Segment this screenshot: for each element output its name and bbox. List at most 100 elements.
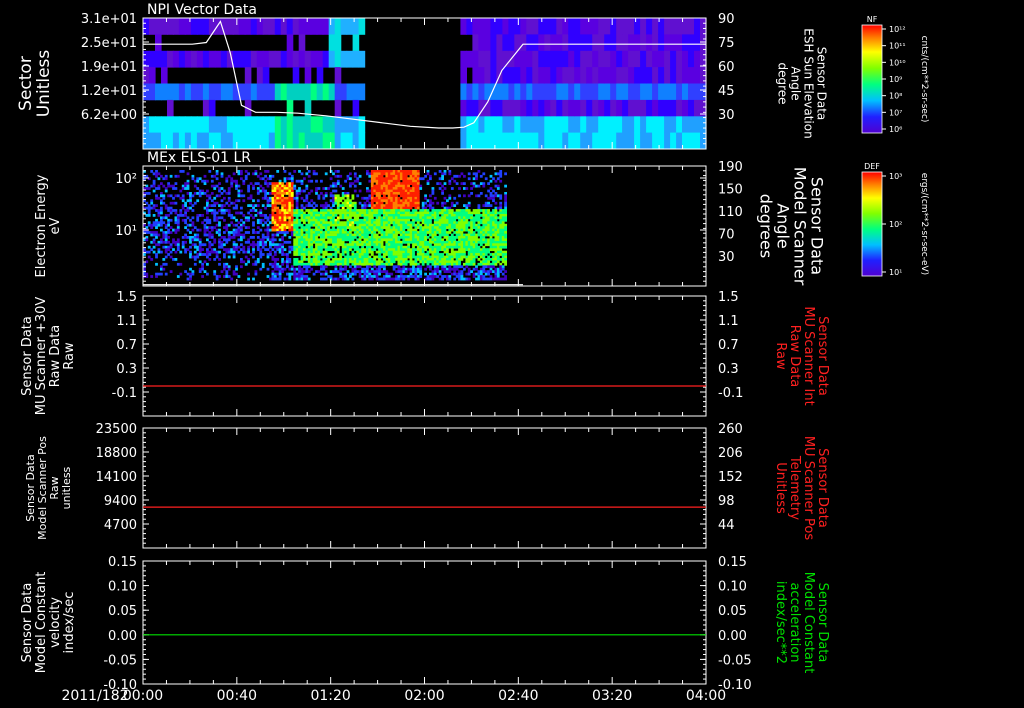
y2-axis-label: Sensor Data [815,47,829,121]
y-tick-label: 14100 [96,470,137,485]
time-tick-label: 02:40 [498,688,538,704]
y-axis-label: MU Scanner +30V [34,297,49,416]
y-axis-label: Electron Energy [34,174,49,277]
y-tick-label: 1.1 [116,314,137,329]
panel-4: 23500 18800 14100 9400 4700 260 206 152 98 44 Sens… [24,422,830,549]
y2-axis-label: Model Constant [801,572,816,674]
y-tick-label: 10¹ [115,224,137,239]
y2-tick-label: 206 [718,446,743,461]
y2-tick-label: 30 [718,250,735,265]
y-tick-label: 23500 [96,422,137,437]
y2-tick-label: 190 [718,160,743,175]
y-tick-label: 0.10 [108,580,137,595]
y-tick-label: 1.9e+01 [81,60,137,75]
y2-axis-label: Sensor Data [815,583,830,663]
y-axis-label: Sensor Data [20,316,35,396]
colorbar-title: NF [867,15,878,24]
y-tick-label: 6.2e+00 [81,108,137,123]
colorbar-tick-label: 10¹² [889,25,906,34]
y2-tick-label: 75 [718,36,735,51]
y-axis-label: unitless [60,466,73,509]
y2-tick-label: 44 [718,518,735,533]
y-axis-label: index/sec [62,592,77,654]
time-tick-label: 00:40 [217,688,257,704]
panel-2: 10² 10¹ 190 150 110 70 30 MEx ELS-01 LR Electron… [34,150,827,287]
y2-tick-label: 60 [718,60,735,75]
y-tick-label: -0.1 [112,386,137,401]
y2-tick-label: 0.05 [718,604,747,619]
colorbar-units: cnts/(cm**2-sr-sec) [919,36,929,123]
y2-tick-label: 110 [718,205,743,220]
y-tick-label: 2.5e+01 [81,36,137,51]
colorbar-tick-label: 10⁸ [889,92,902,101]
y2-tick-label: 70 [718,228,735,243]
y-tick-label: 10² [115,172,137,187]
y2-axis-label: Sensor Data [815,316,830,396]
panel-3: 1.5 1.1 0.7 0.3 -0.1 1.5 1.1 0.7 0.3 -0.1 Sensor D… [20,290,830,417]
y2-tick-label: 0.15 [718,555,747,570]
y2-axis-label: MU Scanner Int [801,306,816,405]
y2-tick-label: 98 [718,494,735,509]
colorbar-gradient [861,171,883,277]
y2-axis-label: degrees [757,194,776,258]
panel-5: 0.150.100.050.00-0.05-0.100.150.100.050.… [20,555,830,693]
colorbar-tick-label: 10² [889,220,902,229]
y2-tick-label: 30 [718,108,735,123]
y2-axis-label: MU Scanner Pos [801,436,816,541]
panel-frame [142,295,707,417]
colorbar-tick-label: 10⁹ [889,75,902,84]
panel-1: 3.1e+01 2.5e+01 1.9e+01 1.2e+01 6.2e+00 90 75 6… [16,2,829,150]
y2-axis-label: Raw Data [787,325,802,388]
y-axis-label: Model Constant [34,572,49,674]
heatmap-sector [143,18,707,150]
y2-tick-label: 0.10 [718,580,747,595]
y2-axis-label: Raw [773,342,788,370]
y2-tick-label: -0.05 [718,653,752,668]
colorbar-tick-label: 10¹¹ [889,42,906,51]
colorbar-gradient [861,24,883,134]
y2-axis-label: Sensor Data [815,448,830,528]
y2-axis-label: Unitless [773,462,788,514]
y2-tick-label: 0.7 [718,338,739,353]
y2-axis-label: degree [776,62,790,104]
y-axis-label: Raw [62,342,77,370]
colorbar-tick-label: 10³ [889,172,902,181]
y-tick-label: 0.05 [108,604,137,619]
time-tick-label: 01:20 [310,688,350,704]
colorbar-nf: NF 10¹² 10¹¹ 10¹⁰ 10⁹ 10⁸ 10⁷ 10⁶ cnts/(cm**2-sr… [861,15,929,134]
time-tick-label: 04:00 [686,688,726,704]
y2-tick-label: 1.5 [718,290,739,305]
time-tick-label: 00:00 [123,688,163,704]
y-tick-label: 9400 [104,494,137,509]
y2-tick-label: 152 [718,470,743,485]
y-tick-label: 0.7 [116,338,137,353]
y-tick-label: 3.1e+01 [81,12,137,27]
y-tick-label: 1.2e+01 [81,84,137,99]
y2-tick-label: 90 [718,12,735,27]
y-tick-label: 0.00 [108,629,137,644]
y-tick-label: 1.5 [116,290,137,305]
panel-frame [142,560,707,685]
y-axis-label: Sector [16,56,36,111]
y2-axis-label: index/sec**2 [773,581,788,664]
colorbar-tick-label: 10¹⁰ [889,58,906,67]
colorbar-units: ergs/(cm**2-sr-sec-eV) [919,173,929,275]
time-tick-label: 03:20 [592,688,632,704]
y2-axis-label: ESH Sun Elevation [802,28,816,138]
y-axis-label: velocity [48,597,63,648]
heatmap-energy [143,170,507,281]
colorbar-tick-label: 10⁶ [889,125,902,134]
y-tick-label: -0.05 [103,653,137,668]
y-tick-label: 4700 [104,518,137,533]
colorbar-tick-label: 10¹ [889,268,902,277]
panel-frame [142,427,707,549]
time-tick-label: 02:00 [404,688,444,704]
y-axis-label: Raw Data [48,325,63,388]
y2-tick-label: 45 [718,84,735,99]
y2-axis-label: Angle [789,66,803,100]
date-label: 2011/182 [61,688,128,704]
y2-tick-label: 1.1 [718,314,739,329]
y2-tick-label: 0.3 [718,362,739,377]
colorbar-title: DEF [864,162,880,171]
y-tick-label: 0.15 [108,555,137,570]
